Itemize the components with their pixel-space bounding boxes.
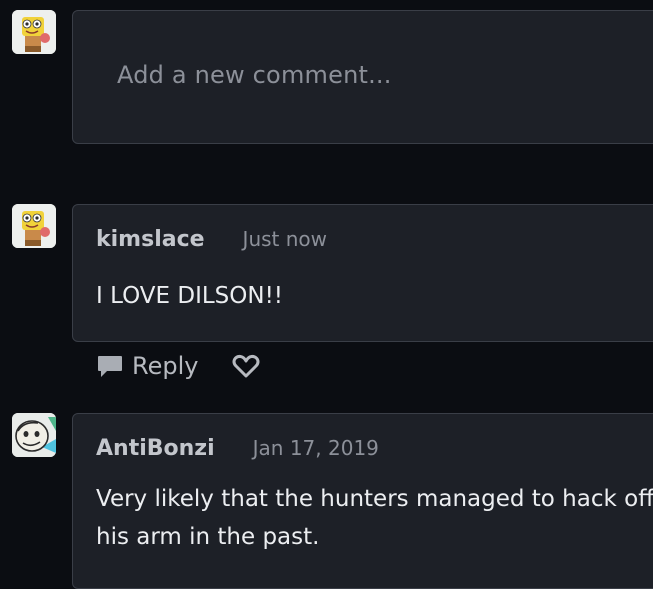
cartoon-sponge-avatar-icon <box>12 10 56 54</box>
comment-body: I LOVE DILSON!! <box>96 283 284 309</box>
comment-meta: AntiBonzi Jan 17, 2019 <box>96 436 379 461</box>
comment-card: AntiBonzi Jan 17, 2019 Very likely that … <box>72 413 653 589</box>
comment-timestamp[interactable]: Jan 17, 2019 <box>253 436 379 460</box>
reply-label: Reply <box>132 352 199 380</box>
cartoon-sponge-avatar-icon <box>12 204 56 248</box>
comment-meta: kimslace Just now <box>96 227 327 252</box>
comment-card: kimslace Just now I LOVE DILSON!! <box>72 204 653 342</box>
cartoon-character-avatar-icon <box>12 413 56 457</box>
like-button[interactable] <box>232 353 260 383</box>
commenter-avatar[interactable] <box>12 204 56 248</box>
new-comment-input[interactable]: Add a new comment... <box>72 10 653 144</box>
heart-outline-icon <box>232 354 260 378</box>
reply-button[interactable]: Reply <box>96 352 198 380</box>
comment-timestamp[interactable]: Just now <box>243 227 327 251</box>
comments-section: Add a new comment... kimslace Just now I… <box>0 0 653 589</box>
new-comment-placeholder: Add a new comment... <box>117 61 392 89</box>
comment-actions: Reply <box>96 346 260 386</box>
comment-username[interactable]: kimslace <box>96 227 205 252</box>
current-user-avatar <box>12 10 56 54</box>
comment-username[interactable]: AntiBonzi <box>96 436 215 461</box>
commenter-avatar[interactable] <box>12 413 56 457</box>
speech-bubble-icon <box>98 356 122 377</box>
comment-body: Very likely that the hunters managed to … <box>96 486 653 550</box>
